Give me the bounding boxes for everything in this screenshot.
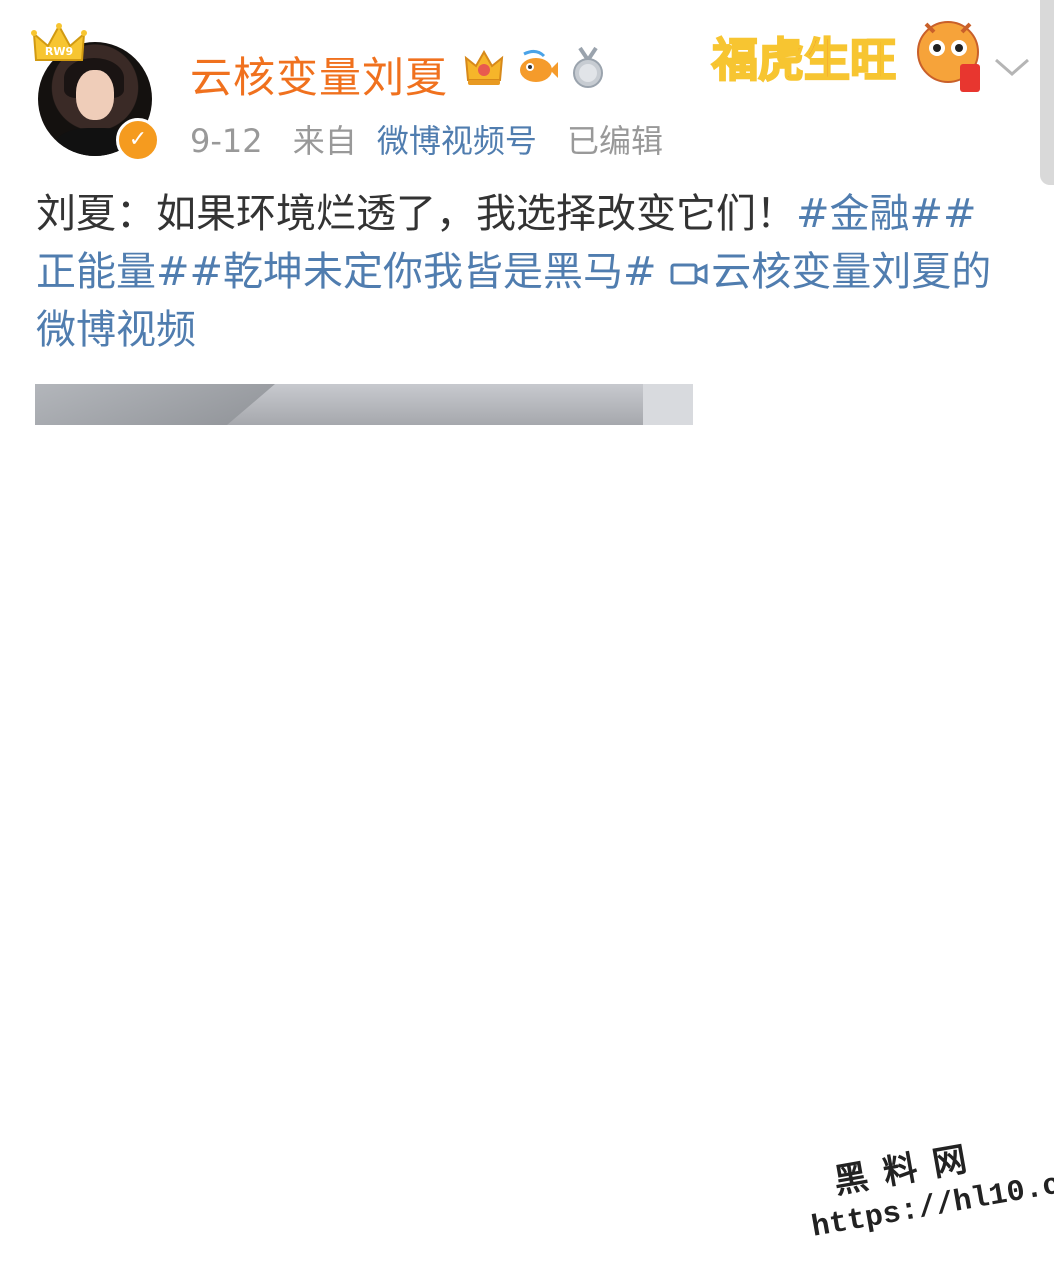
hashtag-link[interactable]: #金融# (796, 191, 943, 237)
video-camera-icon (670, 263, 708, 285)
hashtag-link[interactable]: #乾坤未定你我皆是黑马# (190, 249, 657, 295)
source-link[interactable]: 微博视频号 (377, 122, 537, 160)
vip-crown-icon[interactable] (462, 46, 506, 90)
chevron-down-icon[interactable] (992, 52, 1032, 82)
crown-icon: RW9 (31, 23, 87, 61)
video-thumbnail[interactable] (35, 384, 693, 425)
verified-badge-icon: ✓ (116, 118, 160, 162)
post-time: 9-12 (190, 122, 263, 160)
scrollbar-edge (1040, 0, 1054, 185)
user-badges (462, 46, 610, 90)
edited-label: 已编辑 (567, 122, 664, 160)
author-name[interactable]: 云核变量刘夏 (190, 44, 448, 105)
author-avatar[interactable]: RW9 ✓ (30, 22, 160, 162)
fish-badge-icon[interactable] (514, 46, 558, 90)
svg-text:RW9: RW9 (45, 45, 73, 58)
medal-icon[interactable] (566, 46, 610, 90)
post-text: 刘夏：如果环境烂透了，我选择改变它们！ (36, 191, 796, 237)
svg-text:福虎生旺: 福虎生旺 (711, 33, 896, 87)
tiger-sticker-icon: 福虎生旺 (710, 21, 980, 92)
from-label: 来自 (292, 122, 357, 160)
post-content: 刘夏：如果环境烂透了，我选择改变它们！#金融##正能量##乾坤未定你我皆是黑马#… (36, 185, 1006, 359)
watermark: 黑料网 https://hl10.co (800, 1117, 1054, 1269)
post-meta: 9-12 来自 微博视频号 已编辑 (190, 116, 683, 162)
